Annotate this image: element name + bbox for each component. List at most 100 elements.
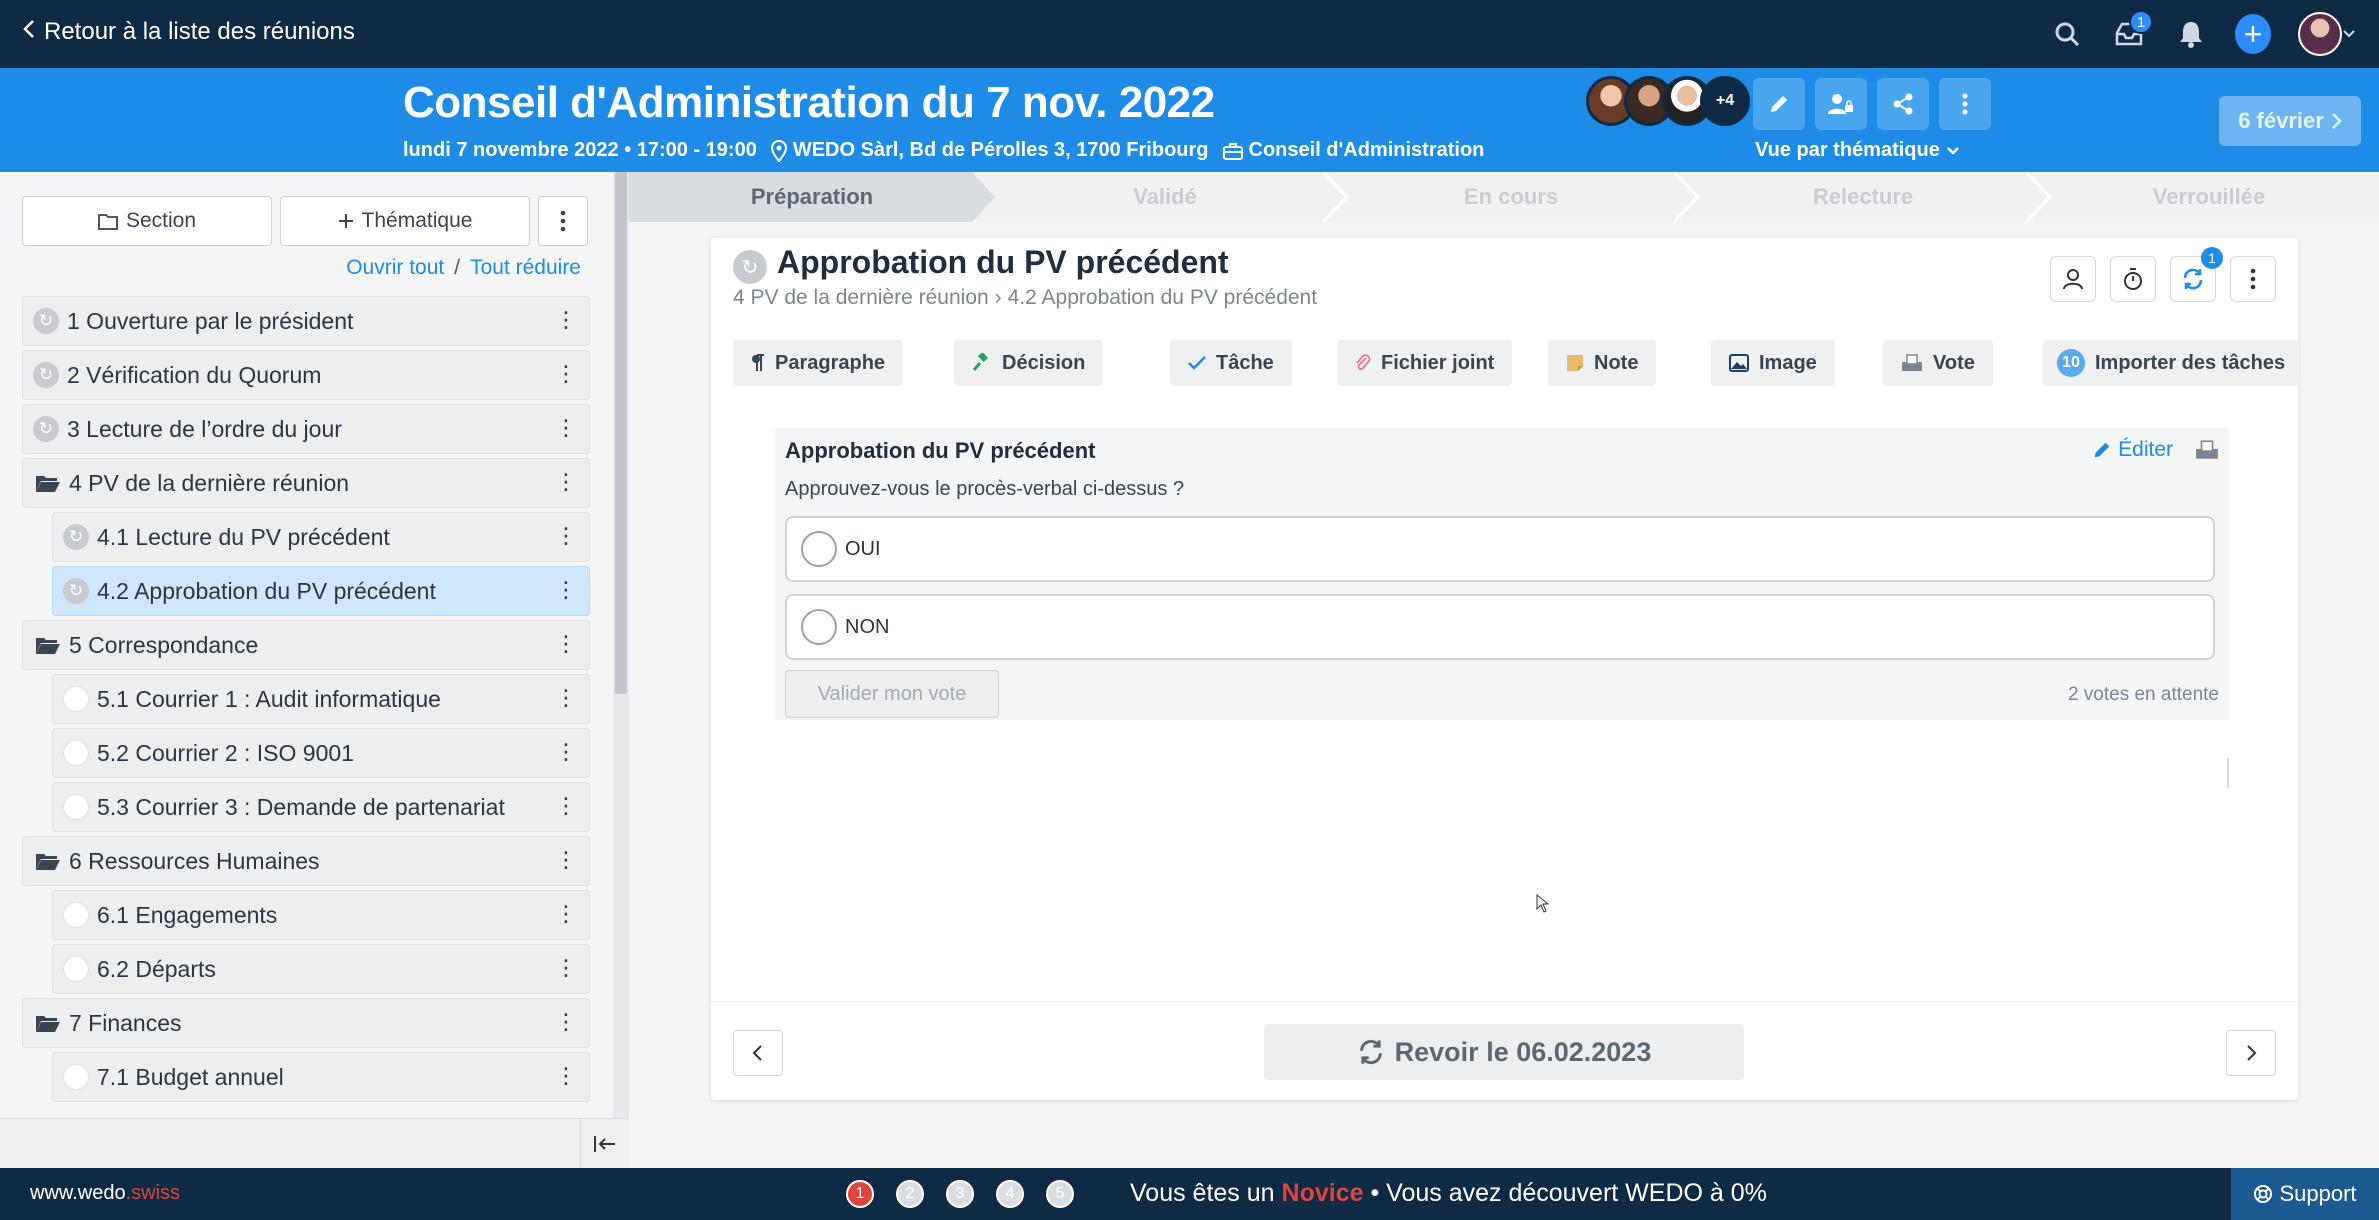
vote-option-yes[interactable]: OUI: [785, 516, 2215, 582]
submit-vote-button[interactable]: Valider mon vote: [785, 670, 999, 718]
chevron-left-icon: [752, 1045, 762, 1061]
agenda-item[interactable]: 5.3 Courrier 3 : Demande de partenariat …: [52, 782, 590, 832]
agenda-item[interactable]: ↻ 3 Lecture de l’ordre du jour ⋮: [22, 404, 590, 454]
radio-button[interactable]: [801, 531, 837, 567]
more-vertical-icon[interactable]: ⋮: [555, 795, 577, 817]
agenda-item[interactable]: 6.1 Engagements ⋮: [52, 890, 590, 940]
agenda-item[interactable]: 5.1 Courrier 1 : Audit informatique ⋮: [52, 674, 590, 724]
next-meeting-button[interactable]: 6 février: [2219, 96, 2361, 146]
onboarding-step[interactable]: 5: [1046, 1180, 1074, 1208]
sidebar-scrollbar[interactable]: [613, 172, 629, 1168]
agenda-section[interactable]: 4 PV de la dernière réunion ⋮: [22, 458, 590, 508]
support-button[interactable]: Support: [2231, 1168, 2379, 1220]
more-vertical-icon[interactable]: ⋮: [555, 363, 577, 385]
meeting-meta: lundi 7 novembre 2022 • 17:00 - 19:00 WE…: [403, 139, 1484, 162]
onboarding-step[interactable]: 1: [846, 1180, 874, 1208]
import-tasks-button[interactable]: 10 Importer des tâches: [2043, 340, 2300, 386]
more-vertical-icon[interactable]: ⋮: [555, 1011, 577, 1033]
radio-button[interactable]: [801, 609, 837, 645]
folder-icon: [98, 214, 118, 230]
more-participants[interactable]: +4: [1700, 76, 1750, 126]
meeting-header: Conseil d'Administration du 7 nov. 2022 …: [0, 68, 2379, 172]
step-locked[interactable]: Verrouillée: [2039, 172, 2379, 222]
more-vertical-icon[interactable]: ⋮: [555, 687, 577, 709]
agenda-section[interactable]: 5 Correspondance ⋮: [22, 620, 590, 670]
next-topic-button[interactable]: [2226, 1030, 2276, 1076]
add-vote-button[interactable]: Vote: [1883, 340, 1993, 386]
more-vertical-icon[interactable]: ⋮: [555, 741, 577, 763]
more-vertical-icon[interactable]: ⋮: [555, 471, 577, 493]
participants[interactable]: +4: [1586, 76, 1750, 126]
step-validated[interactable]: Validé: [995, 172, 1335, 222]
user-menu[interactable]: [2297, 12, 2357, 56]
timer-button[interactable]: [2110, 256, 2156, 302]
add-decision-button[interactable]: Décision: [954, 340, 1104, 386]
more-vertical-icon[interactable]: ⋮: [555, 903, 577, 925]
review-later-button[interactable]: Revoir le 06.02.2023: [1264, 1024, 1744, 1080]
more-vertical-icon[interactable]: ⋮: [555, 957, 577, 979]
onboarding-step[interactable]: 4: [996, 1180, 1024, 1208]
agenda-item[interactable]: ↻ 2 Vérification du Quorum ⋮: [22, 350, 590, 400]
step-in-progress[interactable]: En cours: [1335, 172, 1687, 222]
inbox-icon[interactable]: 1: [2111, 10, 2153, 56]
agenda-item[interactable]: 6.2 Départs ⋮: [52, 944, 590, 994]
vote-option-no[interactable]: NON: [785, 594, 2215, 660]
add-theme-button[interactable]: Thématique: [280, 196, 530, 246]
sidebar-more-button[interactable]: [538, 196, 588, 246]
agenda-item[interactable]: ↻ 4.1 Lecture du PV précédent ⋮: [52, 512, 590, 562]
manage-participants-button[interactable]: [1815, 78, 1867, 130]
more-vertical-icon[interactable]: ⋮: [555, 417, 577, 439]
share-button[interactable]: [1877, 78, 1929, 130]
more-vertical-icon[interactable]: ⋮: [555, 1065, 577, 1087]
agenda-item-active[interactable]: ↻ 4.2 Approbation du PV précédent ⋮: [52, 566, 590, 616]
sync-icon: [1359, 1039, 1382, 1065]
add-note-button[interactable]: Note: [1548, 340, 1657, 386]
add-attachment-button[interactable]: Fichier joint: [1337, 340, 1513, 386]
meeting-status-steps: Préparation Validé En cours Relecture Ve…: [629, 172, 2379, 222]
add-paragraph-button[interactable]: Paragraphe: [733, 340, 904, 386]
edit-meeting-button[interactable]: [1753, 78, 1805, 130]
site-link[interactable]: www.wedo.swiss: [30, 1182, 180, 1205]
expand-all-link[interactable]: Ouvrir tout: [346, 256, 444, 280]
previous-topic-button[interactable]: [733, 1030, 783, 1076]
paperclip-icon: [1356, 354, 1371, 370]
scrollbar-thumb[interactable]: [615, 172, 627, 694]
agenda-section[interactable]: 6 Ressources Humaines ⋮: [22, 836, 590, 886]
step-preparation[interactable]: Préparation: [629, 172, 995, 222]
add-image-button[interactable]: Image: [1711, 340, 1835, 386]
agenda-item[interactable]: 7.1 Budget annuel ⋮: [52, 1052, 590, 1102]
onboarding-step[interactable]: 2: [896, 1180, 924, 1208]
add-section-button[interactable]: Section: [22, 196, 272, 246]
more-vertical-icon[interactable]: ⋮: [555, 525, 577, 547]
add-section-label: Section: [125, 209, 197, 232]
view-mode-select[interactable]: Vue par thématique: [1755, 139, 1960, 162]
create-button[interactable]: +: [2235, 12, 2271, 56]
agenda-section[interactable]: 7 Finances ⋮: [22, 998, 590, 1048]
search-icon[interactable]: [2049, 12, 2085, 56]
collapse-all-link[interactable]: Tout réduire: [470, 256, 581, 280]
agenda-item[interactable]: ↻ 1 Ouverture par le président ⋮: [22, 296, 590, 346]
chevron-right-icon: [2247, 1045, 2257, 1061]
agenda-section-label: 7 Finances: [69, 1009, 182, 1036]
assign-user-button[interactable]: [2050, 256, 2096, 302]
more-vertical-icon[interactable]: ⋮: [555, 849, 577, 871]
add-task-button[interactable]: Tâche: [1170, 340, 1292, 386]
collapse-sidebar-button[interactable]: [580, 1119, 629, 1169]
ballot-box-icon[interactable]: [2195, 440, 2219, 465]
image-icon: [1729, 354, 1749, 372]
breadcrumb-current: 4.2 Approbation du PV précédent: [1007, 286, 1318, 309]
back-to-meetings-link[interactable]: Retour à la liste des réunions: [22, 18, 355, 46]
breadcrumb-parent[interactable]: 4 PV de la dernière réunion: [733, 286, 989, 310]
more-vertical-icon[interactable]: ⋮: [555, 309, 577, 331]
edit-vote-button[interactable]: Éditer: [2092, 438, 2173, 462]
topic-more-button[interactable]: [2230, 256, 2276, 302]
bell-icon[interactable]: [2173, 12, 2209, 56]
onboarding-step[interactable]: 3: [946, 1180, 974, 1208]
more-options-button[interactable]: [1939, 78, 1991, 130]
recurrence-button[interactable]: 1: [2170, 247, 2223, 302]
step-review[interactable]: Relecture: [1687, 172, 2039, 222]
more-vertical-icon[interactable]: ⋮: [555, 633, 577, 655]
topic-card: ↻ Approbation du PV précédent 4 PV de la…: [711, 238, 2300, 1100]
agenda-item[interactable]: 5.2 Courrier 2 : ISO 9001 ⋮: [52, 728, 590, 778]
more-vertical-icon[interactable]: ⋮: [555, 579, 577, 601]
